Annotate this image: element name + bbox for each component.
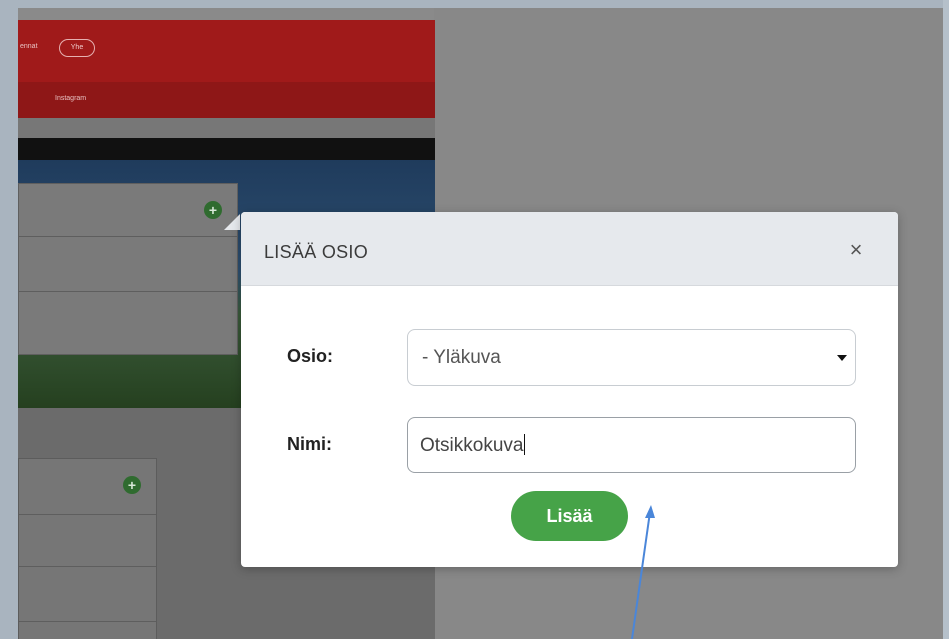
annotation-arrow — [631, 505, 655, 639]
arrow-head-icon — [645, 505, 655, 518]
arrow-shaft — [631, 511, 651, 639]
